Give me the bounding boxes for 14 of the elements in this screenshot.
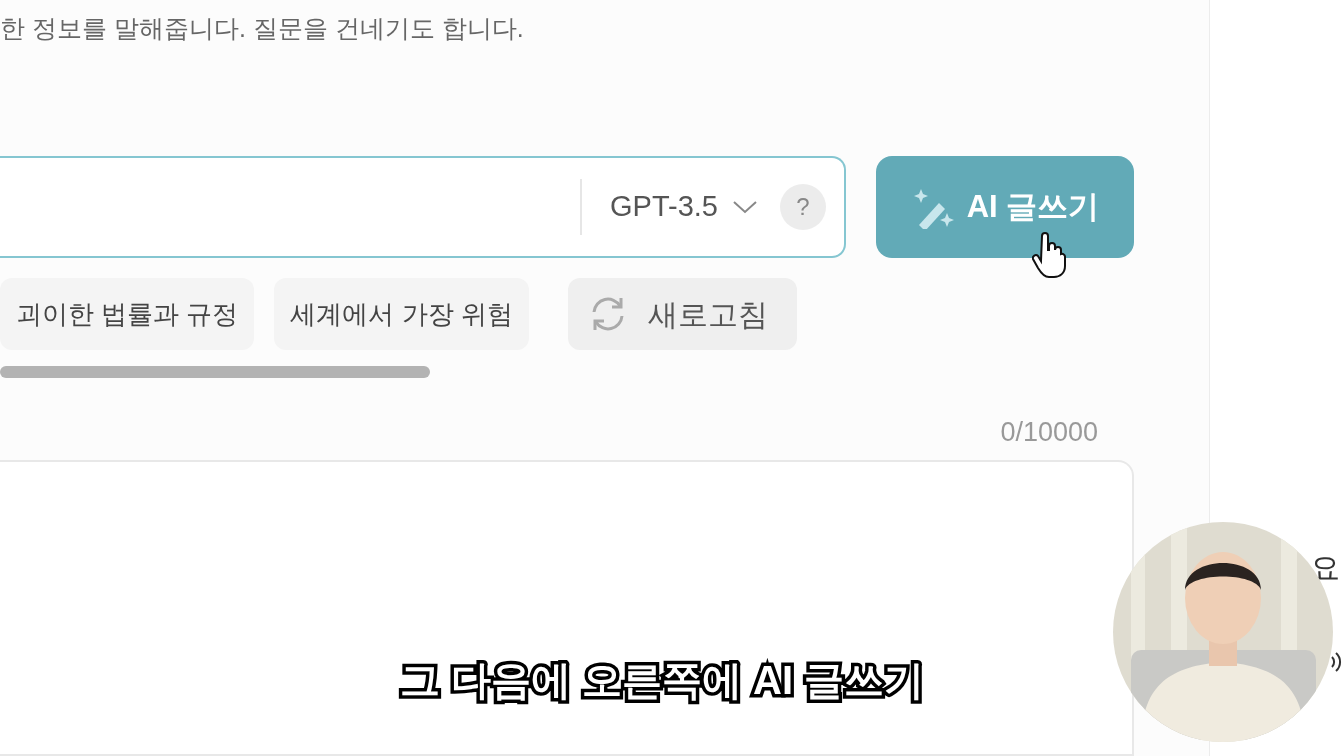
suggestion-chip[interactable]: 괴이한 법률과 규정 <box>0 278 255 350</box>
answer-box[interactable] <box>0 460 1134 756</box>
subtitle-text: 그 다음에 오른쪽에 AI 글쓰기 <box>399 650 925 710</box>
chevron-down-icon <box>732 199 758 215</box>
prompt-field[interactable]: GPT-3.5 ? <box>0 156 846 258</box>
scrollbar[interactable] <box>0 366 430 378</box>
refresh-button[interactable]: 새로고침 <box>568 278 797 350</box>
hand-cursor-icon <box>1032 232 1066 278</box>
panel-text: 요 <box>1310 550 1340 586</box>
model-dropdown[interactable]: GPT-3.5 <box>610 185 758 229</box>
character-counter: 0/10000 <box>1000 415 1098 449</box>
description-text: 한 정보를 말해줍니다. 질문을 건네기도 합니다. <box>0 14 524 42</box>
suggestion-chip[interactable]: 세계에서 가장 위험 <box>274 278 529 350</box>
sound-icon <box>1330 652 1342 672</box>
